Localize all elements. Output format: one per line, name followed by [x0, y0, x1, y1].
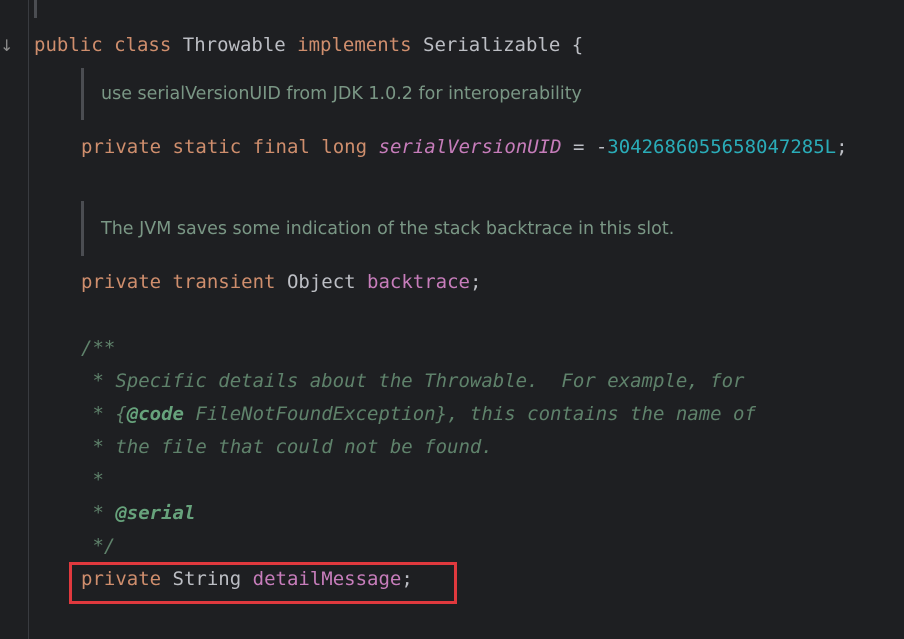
rendered-doc-backtrace[interactable]: The JVM saves some indication of the sta… [81, 201, 674, 256]
keyword-private: private [81, 136, 162, 158]
doc-text: use serialVersionUID from JDK 1.0.2 for … [101, 84, 582, 104]
class-declaration-line[interactable]: public class Throwable implements Serial… [34, 33, 583, 57]
doc-text: The JVM saves some indication of the sta… [101, 218, 675, 239]
keyword-transient: transient [172, 271, 276, 293]
assign: = - [561, 136, 608, 158]
gutter-divider [28, 0, 29, 639]
type-name: Object [286, 271, 356, 293]
keyword-class: class [114, 34, 172, 56]
comment-prefix: * { [81, 403, 127, 425]
javadoc-open[interactable]: /** [81, 336, 115, 360]
javadoc-line-3[interactable]: * the file that could not be found. [81, 435, 492, 459]
field-name: serialVersionUID [378, 136, 562, 158]
keyword-final: final [252, 136, 310, 158]
backtrace-field-line[interactable]: private transient Object backtrace; [81, 270, 481, 294]
javadoc-tag-serial: @serial [115, 502, 196, 524]
rendered-doc-serialversion[interactable]: use serialVersionUID from JDK 1.0.2 for … [81, 68, 582, 120]
interface-name: Serializable [423, 34, 561, 56]
rendered-doc-border-top [34, 0, 37, 18]
class-name: Throwable [182, 34, 286, 56]
keyword-static: static [172, 136, 242, 158]
comment-prefix: * [81, 502, 116, 524]
keyword-private: private [81, 271, 162, 293]
open-brace: { [571, 34, 584, 56]
keyword-public: public [34, 34, 103, 56]
javadoc-line-4[interactable]: * [81, 468, 103, 492]
semicolon: ; [469, 271, 482, 293]
javadoc-line-5[interactable]: * @serial [81, 501, 195, 525]
javadoc-close[interactable]: */ [81, 534, 115, 558]
javadoc-line-2[interactable]: * {@code FileNotFoundException}, this co… [81, 402, 756, 426]
keyword-implements: implements [297, 34, 412, 56]
javadoc-tag-code: @code [126, 403, 184, 425]
serial-field-line[interactable]: private static final long serialVersionU… [81, 135, 848, 159]
semicolon: ; [836, 136, 848, 158]
javadoc-line-1[interactable]: * Specific details about the Throwable. … [81, 369, 744, 393]
field-name: backtrace [367, 271, 470, 293]
implementations-gutter-icon[interactable]: ↓ [0, 36, 13, 55]
numeric-literal: 3042686055658047285L [607, 136, 837, 158]
highlight-box [69, 562, 457, 604]
comment-text: FileNotFoundException}, this contains th… [183, 403, 756, 425]
keyword-long: long [321, 136, 368, 158]
